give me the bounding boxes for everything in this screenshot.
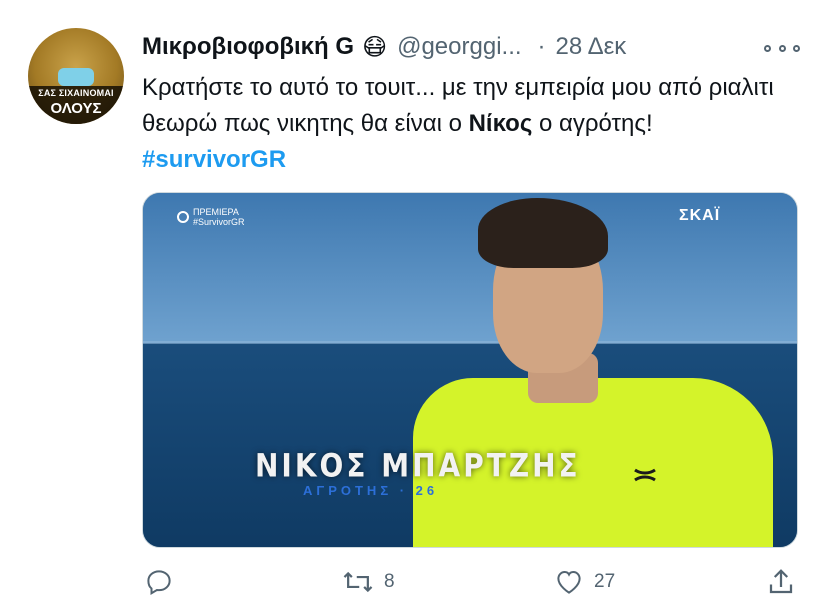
share-icon (769, 569, 793, 594)
shirt-logo-icon (633, 468, 661, 484)
tweet-actions: 8 27 (142, 562, 798, 602)
heart-icon (557, 570, 581, 594)
lower-third-name: ΝΙΚΟΣ ΜΠΑΡΤΖΗΣ (255, 446, 581, 485)
premiere-tag: #SurvivorGR (193, 217, 245, 227)
reply-button[interactable] (144, 562, 174, 602)
horizon-line (143, 341, 797, 344)
tweet-text-bold: Νίκος (468, 110, 533, 137)
share-button[interactable] (766, 562, 796, 602)
avatar-text-line1: ΣΑΣ ΣΙΧΑΙΝΟΜΑΙ (38, 88, 114, 98)
reply-icon (147, 570, 171, 596)
display-name[interactable]: Μικροβιοφοβική G (142, 33, 354, 61)
retweet-button[interactable]: 8 (342, 562, 395, 602)
more-options-icon[interactable] (764, 38, 800, 58)
hashtag-link[interactable]: #survivorGR (142, 146, 286, 173)
avatar-text-line2: ΟΛΟΥΣ (50, 100, 102, 117)
face-mask-graphic (58, 68, 94, 86)
channel-logo-icon (177, 211, 189, 223)
user-handle[interactable]: @georggi... (397, 33, 521, 61)
lower-third-sub: ΑΓΡΟΤΗΣ · 26 (303, 483, 439, 498)
tweet-text-part1: Κρατήστε το αυτό το τουιτ... με την εμπε… (142, 74, 774, 137)
tweet-header: Μικροβιοφοβική G 😷 @georggi... · 28 Δεκ (142, 30, 626, 64)
retweet-icon (343, 571, 373, 593)
channel-name: ΣΚΑΪ (679, 207, 721, 224)
tweet-card: ΣΑΣ ΣΙΧΑΙΝΟΜΑΙ ΟΛΟΥΣ Μικροβιοφοβική G 😷 … (0, 0, 828, 616)
retweet-count: 8 (384, 571, 395, 592)
like-count: 27 (594, 571, 616, 592)
tweet-media-image[interactable]: ΠΡΕΜΙΕΡΑ #SurvivorGR ΣΚΑΪ ΝΙΚΟΣ ΜΠΑΡΤΖΗΣ … (142, 192, 798, 548)
like-button[interactable]: 27 (554, 562, 615, 602)
premiere-label: ΠΡΕΜΙΕΡΑ (193, 207, 239, 217)
mask-emoji-icon: 😷 (362, 33, 388, 61)
premiere-badge: ΠΡΕΜΙΕΡΑ #SurvivorGR (177, 207, 245, 227)
tweet-date[interactable]: 28 Δεκ (556, 33, 627, 61)
separator-dot: · (537, 33, 546, 60)
avatar[interactable]: ΣΑΣ ΣΙΧΑΙΝΟΜΑΙ ΟΛΟΥΣ (28, 28, 124, 124)
tweet-text: Κρατήστε το αυτό το τουιτ... με την εμπε… (142, 70, 802, 178)
tweet-text-part2: ο αγρότης! (532, 110, 653, 137)
